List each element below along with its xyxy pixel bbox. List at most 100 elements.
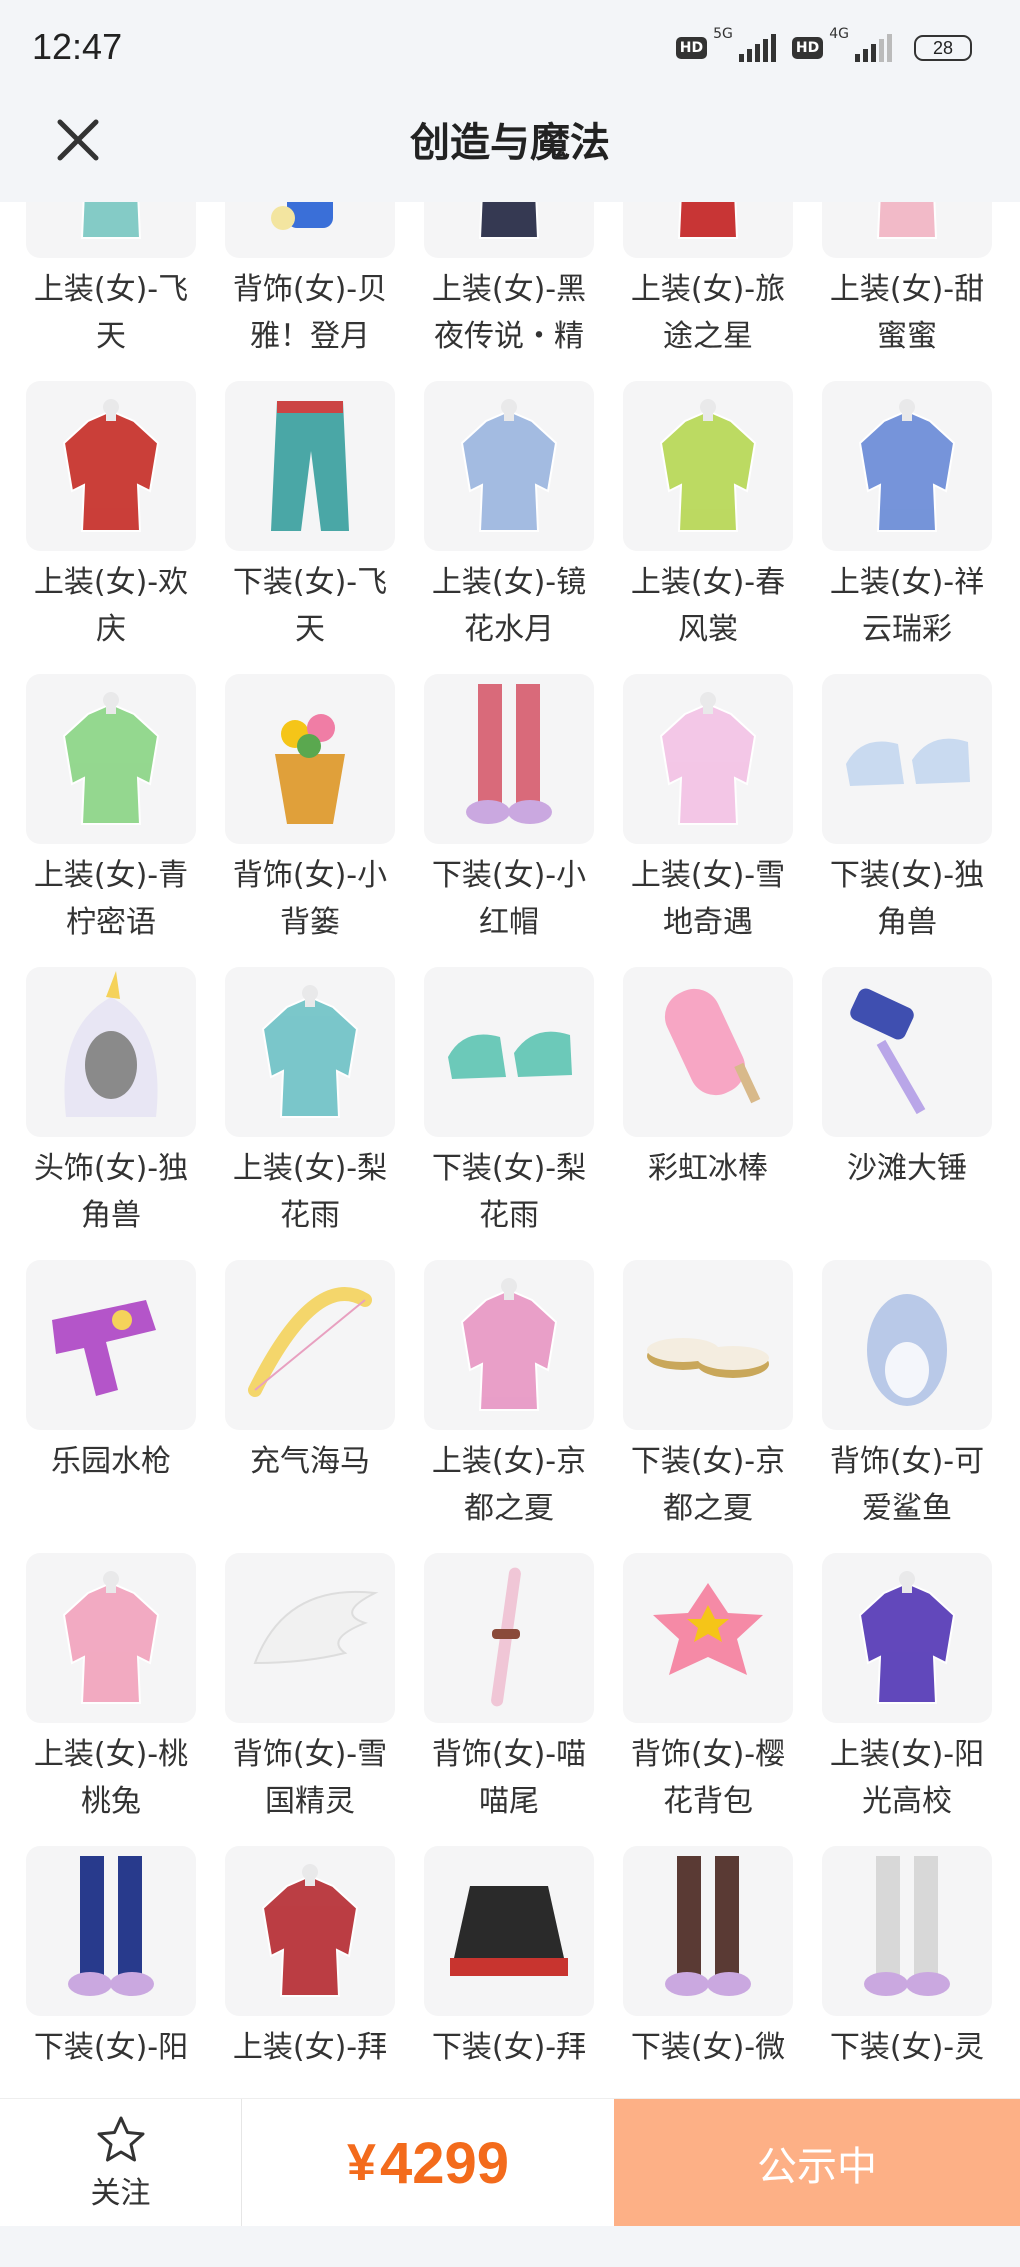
item-name: 下装(女)-微 <box>630 2030 786 2065</box>
item-name: 下装(女)-京都之夏 <box>630 1444 786 1526</box>
item-thumbnail <box>623 1260 793 1430</box>
item-thumbnail <box>822 674 992 844</box>
item-card[interactable]: 下装(女)-阳 <box>26 1846 196 2098</box>
signal-icon <box>855 34 892 62</box>
item-thumbnail <box>424 381 594 551</box>
item-card[interactable]: 上装(女)-祥云瑞彩 <box>822 381 992 674</box>
item-card[interactable]: 上装(女)-拜 <box>225 1846 395 2098</box>
status-indicators: HD 5G HD 4G 28 <box>675 26 972 68</box>
item-name: 彩虹冰棒 <box>648 1151 768 1186</box>
item-card[interactable]: 上装(女)-甜蜜蜜 <box>822 202 992 381</box>
price: ¥ 4299 <box>242 2099 614 2227</box>
item-thumbnail <box>26 202 196 258</box>
item-name: 背饰(女)-可爱鲨鱼 <box>829 1444 985 1526</box>
item-card[interactable]: 头饰(女)-独角兽 <box>26 967 196 1260</box>
item-name: 头饰(女)-独角兽 <box>33 1151 189 1233</box>
item-card[interactable]: 上装(女)-欢庆 <box>26 381 196 674</box>
item-thumbnail <box>26 1260 196 1430</box>
item-thumbnail <box>424 674 594 844</box>
item-card[interactable]: 上装(女)-雪地奇遇 <box>623 674 793 967</box>
item-name: 背饰(女)-小背篓 <box>232 858 388 940</box>
hd-badge: HD <box>675 37 708 59</box>
item-card[interactable]: 背饰(女)-贝雅！登月 <box>225 202 395 381</box>
item-name: 下装(女)-拜 <box>431 2030 587 2065</box>
item-card[interactable]: 乐园水枪 <box>26 1260 196 1553</box>
item-name: 上装(女)-拜 <box>232 2030 388 2065</box>
item-card[interactable]: 上装(女)-阳光高校 <box>822 1553 992 1846</box>
item-thumbnail <box>822 202 992 258</box>
item-card[interactable]: 背饰(女)-喵喵尾 <box>424 1553 594 1846</box>
item-name: 上装(女)-桃桃兔 <box>33 1737 189 1819</box>
item-thumbnail <box>424 202 594 258</box>
item-thumbnail <box>424 1846 594 2016</box>
item-card[interactable]: 沙滩大锤 <box>822 967 992 1260</box>
item-name: 上装(女)-欢庆 <box>33 565 189 647</box>
item-card[interactable]: 背饰(女)-可爱鲨鱼 <box>822 1260 992 1553</box>
item-card[interactable]: 上装(女)-黑夜传说・精 <box>424 202 594 381</box>
item-thumbnail <box>623 967 793 1137</box>
item-name: 背饰(女)-贝雅！登月 <box>232 272 388 354</box>
item-card[interactable]: 背饰(女)-雪国精灵 <box>225 1553 395 1846</box>
item-thumbnail <box>623 1846 793 2016</box>
item-thumbnail <box>623 202 793 258</box>
item-card[interactable]: 背饰(女)-小背篓 <box>225 674 395 967</box>
item-card[interactable]: 上装(女)-青柠密语 <box>26 674 196 967</box>
item-card[interactable]: 下装(女)-京都之夏 <box>623 1260 793 1553</box>
item-card[interactable]: 下装(女)-小红帽 <box>424 674 594 967</box>
status-button[interactable]: 公示中 <box>614 2099 1020 2227</box>
item-name: 充气海马 <box>250 1444 370 1479</box>
item-thumbnail <box>225 1260 395 1430</box>
item-card[interactable]: 下装(女)-拜 <box>424 1846 594 2098</box>
item-name: 上装(女)-黑夜传说・精 <box>431 272 587 354</box>
follow-button[interactable]: 关注 <box>0 2099 242 2227</box>
item-thumbnail <box>26 381 196 551</box>
item-card[interactable]: 上装(女)-春风裳 <box>623 381 793 674</box>
item-name: 背饰(女)-喵喵尾 <box>431 1737 587 1819</box>
item-card[interactable]: 下装(女)-梨花雨 <box>424 967 594 1260</box>
status-bar: 12:47 HD 5G HD 4G 28 <box>0 0 1020 98</box>
item-card[interactable]: 下装(女)-微 <box>623 1846 793 2098</box>
item-thumbnail <box>225 967 395 1137</box>
item-card[interactable]: 充气海马 <box>225 1260 395 1553</box>
item-card[interactable]: 下装(女)-飞天 <box>225 381 395 674</box>
item-card[interactable]: 上装(女)-梨花雨 <box>225 967 395 1260</box>
star-icon <box>97 2116 144 2162</box>
item-thumbnail <box>623 381 793 551</box>
item-card[interactable]: 上装(女)-镜花水月 <box>424 381 594 674</box>
item-name: 上装(女)-祥云瑞彩 <box>829 565 985 647</box>
item-name: 上装(女)-春风裳 <box>630 565 786 647</box>
item-thumbnail <box>822 1260 992 1430</box>
system-nav-strip <box>0 2226 1020 2267</box>
item-card[interactable]: 上装(女)-旅途之星 <box>623 202 793 381</box>
item-thumbnail <box>26 1846 196 2016</box>
item-name: 沙滩大锤 <box>847 1151 967 1186</box>
item-grid-viewport[interactable]: 上装(女)-飞天 背饰(女)-贝雅！登月 上装(女)-黑夜传说・精 上装(女)-旅途之… <box>0 202 1020 2098</box>
item-name: 下装(女)-小红帽 <box>431 858 587 940</box>
item-card[interactable]: 上装(女)-桃桃兔 <box>26 1553 196 1846</box>
item-thumbnail <box>225 202 395 258</box>
follow-label: 关注 <box>90 2176 151 2211</box>
close-icon[interactable] <box>52 114 104 166</box>
item-name: 下装(女)-梨花雨 <box>431 1151 587 1233</box>
currency-symbol: ¥ <box>347 2134 376 2192</box>
item-name: 上装(女)-阳光高校 <box>829 1737 985 1819</box>
item-thumbnail <box>225 1553 395 1723</box>
item-thumbnail <box>822 381 992 551</box>
item-card[interactable]: 背饰(女)-樱花背包 <box>623 1553 793 1846</box>
item-thumbnail <box>424 967 594 1137</box>
item-card[interactable]: 上装(女)-京都之夏 <box>424 1260 594 1553</box>
item-thumbnail <box>26 1553 196 1723</box>
item-name: 背饰(女)-雪国精灵 <box>232 1737 388 1819</box>
item-thumbnail <box>623 674 793 844</box>
item-thumbnail <box>26 967 196 1137</box>
item-name: 上装(女)-旅途之星 <box>630 272 786 354</box>
item-card[interactable]: 上装(女)-飞天 <box>26 202 196 381</box>
item-card[interactable]: 彩虹冰棒 <box>623 967 793 1260</box>
network-type: 4G <box>829 26 849 42</box>
item-card[interactable]: 下装(女)-独角兽 <box>822 674 992 967</box>
item-name: 乐园水枪 <box>51 1444 171 1479</box>
item-name: 上装(女)-梨花雨 <box>232 1151 388 1233</box>
item-card[interactable]: 下装(女)-灵 <box>822 1846 992 2098</box>
item-name: 下装(女)-阳 <box>33 2030 189 2065</box>
battery-icon: 28 <box>914 35 972 61</box>
